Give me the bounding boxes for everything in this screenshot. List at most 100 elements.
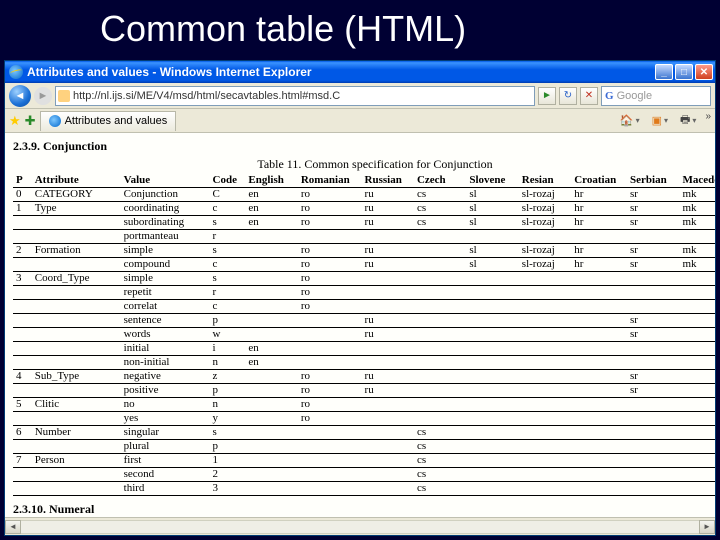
table-cell: cs: [413, 425, 465, 439]
table-cell: ru: [361, 313, 413, 327]
table-cell: [466, 411, 518, 425]
table-cell: [627, 355, 679, 369]
scroll-track[interactable]: [21, 520, 699, 534]
table-cell: repetit: [120, 285, 209, 299]
table-cell: w: [209, 327, 245, 341]
browser-tab[interactable]: Attributes and values: [40, 111, 177, 131]
table-cell: [466, 285, 518, 299]
table-cell: sl-rozaj: [518, 257, 570, 271]
table-cell: [571, 271, 627, 285]
forward-button[interactable]: ►: [34, 87, 52, 105]
table-cell: cs: [413, 481, 465, 495]
table-cell: [679, 411, 715, 425]
table-cell: [245, 327, 297, 341]
table-cell: [413, 327, 465, 341]
maximize-button[interactable]: □: [675, 64, 693, 80]
table-cell: cs: [413, 439, 465, 453]
table-cell: [245, 285, 297, 299]
address-bar[interactable]: http://nl.ijs.si/ME/V4/msd/html/secavtab…: [55, 86, 535, 106]
column-header: Code: [209, 173, 245, 187]
stop-button[interactable]: ✕: [580, 87, 598, 105]
table-cell: ru: [361, 187, 413, 201]
table-cell: [31, 481, 120, 495]
search-box[interactable]: G Google: [601, 86, 711, 106]
table-cell: [466, 397, 518, 411]
table-cell: [679, 313, 715, 327]
feeds-button[interactable]: ▣▾: [649, 111, 671, 130]
table-cell: n: [209, 355, 245, 369]
minimize-button[interactable]: _: [655, 64, 673, 80]
table-cell: [413, 397, 465, 411]
horizontal-scrollbar[interactable]: ◄ ►: [5, 517, 715, 535]
table-cell: z: [209, 369, 245, 383]
home-button[interactable]: 🏠▾: [617, 111, 643, 130]
table-cell: mk: [679, 201, 715, 215]
table-cell: cs: [413, 215, 465, 229]
scroll-right-button[interactable]: ►: [699, 520, 715, 534]
url-text: http://nl.ijs.si/ME/V4/msd/html/secavtab…: [73, 90, 340, 102]
table-cell: [571, 411, 627, 425]
table-cell: [627, 229, 679, 243]
add-favorite-icon[interactable]: ✚: [25, 113, 36, 129]
table-cell: [466, 299, 518, 313]
scroll-left-button[interactable]: ◄: [5, 520, 21, 534]
table-cell: [361, 355, 413, 369]
table-cell: sl: [466, 201, 518, 215]
table-cell: [13, 439, 31, 453]
table-cell: [518, 411, 570, 425]
table-cell: ro: [297, 285, 361, 299]
table-cell: [627, 299, 679, 313]
table-cell: [466, 369, 518, 383]
table-cell: yes: [120, 411, 209, 425]
table-cell: [518, 299, 570, 313]
toolbar-chevron[interactable]: »: [705, 111, 711, 130]
table-cell: simple: [120, 271, 209, 285]
table-cell: [679, 341, 715, 355]
table-cell: ru: [361, 369, 413, 383]
table-cell: first: [120, 453, 209, 467]
back-button[interactable]: ◄: [9, 85, 31, 107]
table-cell: Sub_Type: [31, 369, 120, 383]
table-cell: [518, 425, 570, 439]
table-cell: [413, 341, 465, 355]
refresh-button[interactable]: ↻: [559, 87, 577, 105]
table-cell: [245, 453, 297, 467]
table-cell: [361, 425, 413, 439]
table-cell: [571, 341, 627, 355]
table-cell: [466, 229, 518, 243]
table-cell: [245, 481, 297, 495]
google-icon: G: [605, 90, 614, 102]
table-cell: [297, 327, 361, 341]
table-cell: ru: [361, 257, 413, 271]
table-cell: cs: [413, 187, 465, 201]
table-cell: [13, 229, 31, 243]
table-cell: [466, 383, 518, 397]
table-cell: [679, 397, 715, 411]
close-button[interactable]: ✕: [695, 64, 713, 80]
table-cell: [679, 453, 715, 467]
table-caption: Table 11. Common specification for Conju…: [13, 157, 715, 172]
table-cell: [571, 383, 627, 397]
window-titlebar: Attributes and values - Windows Internet…: [5, 61, 715, 83]
table-cell: [31, 341, 120, 355]
table-cell: second: [120, 467, 209, 481]
table-cell: [518, 341, 570, 355]
print-button[interactable]: 🖶▾: [677, 111, 699, 130]
table-row: second2cs: [13, 467, 715, 481]
page-content[interactable]: 2.3.9. Conjunction Table 11. Common spec…: [5, 133, 715, 517]
table-cell: [245, 397, 297, 411]
go-button[interactable]: ►: [538, 87, 556, 105]
table-row: compoundcroruslsl-rozajhrsrmk: [13, 257, 715, 271]
table-cell: Coord_Type: [31, 271, 120, 285]
table-row: pluralpcs: [13, 439, 715, 453]
table-cell: [466, 481, 518, 495]
table-row: yesyro: [13, 411, 715, 425]
table-cell: [679, 299, 715, 313]
table-cell: [679, 467, 715, 481]
table-cell: sr: [627, 187, 679, 201]
table-cell: [245, 313, 297, 327]
table-cell: [627, 411, 679, 425]
table-cell: [297, 481, 361, 495]
favorites-icon[interactable]: ★: [9, 113, 21, 129]
table-cell: en: [245, 355, 297, 369]
